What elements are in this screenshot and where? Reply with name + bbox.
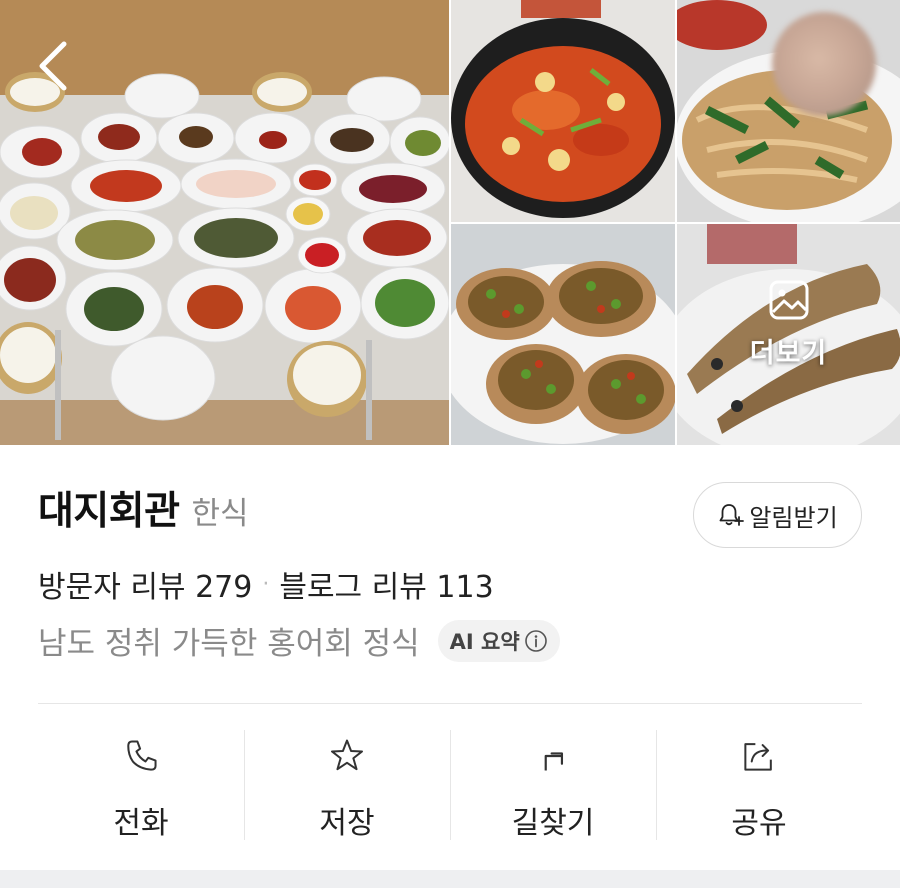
ai-summary-chip[interactable]: AI 요약 — [437, 619, 560, 662]
ai-summary-text: 남도 정취 가득한 홍어회 정식 — [38, 626, 420, 662]
share-icon — [744, 743, 772, 771]
photo-gallery: 더보기 — [0, 0, 900, 445]
back-button[interactable] — [30, 36, 78, 96]
ai-summary-chip-label: AI 요약 — [449, 629, 520, 654]
blurred-region — [772, 12, 876, 116]
visitor-review-link[interactable]: 방문자 리뷰 279 — [38, 562, 252, 606]
notify-button[interactable]: 알림받기 — [693, 482, 862, 548]
share-button[interactable]: 공유 — [656, 730, 862, 842]
notify-button-label: 알림받기 — [749, 503, 838, 532]
phone-icon — [127, 740, 157, 771]
more-photos-label: 더보기 — [749, 338, 828, 369]
call-button[interactable]: 전화 — [38, 730, 244, 842]
photo-seasoned-clams[interactable] — [451, 224, 675, 445]
place-name: 대지회관 — [38, 489, 180, 534]
directions-label: 길찾기 — [511, 806, 595, 841]
review-separator: · — [262, 571, 270, 597]
summary-row: 남도 정취 가득한 홍어회 정식 AI 요약 — [38, 618, 560, 663]
blog-review-link[interactable]: 블로그 리뷰 113 — [279, 562, 493, 606]
bottom-separator-band — [0, 870, 900, 888]
info-icon — [524, 629, 547, 652]
directions-icon — [544, 752, 564, 771]
review-counts: 방문자 리뷰 279 · 블로그 리뷰 113 — [38, 562, 494, 606]
save-label: 저장 — [319, 806, 375, 841]
star-icon — [331, 739, 363, 771]
save-button[interactable]: 저장 — [244, 730, 450, 842]
bell-plus-icon — [719, 504, 745, 526]
chevron-left-icon — [39, 41, 67, 91]
share-label: 공유 — [731, 806, 787, 841]
call-label: 전화 — [113, 806, 169, 841]
title-row: 대지회관 한식 — [38, 480, 249, 536]
directions-button[interactable]: 길찾기 — [450, 730, 656, 842]
more-photos-button[interactable]: 더보기 — [677, 224, 900, 445]
photo-stew-pot[interactable] — [451, 0, 675, 222]
action-bar: 전화 저장 길찾기 공유 — [38, 730, 862, 842]
section-divider — [38, 703, 862, 704]
place-category: 한식 — [191, 496, 249, 532]
image-icon — [769, 280, 808, 320]
